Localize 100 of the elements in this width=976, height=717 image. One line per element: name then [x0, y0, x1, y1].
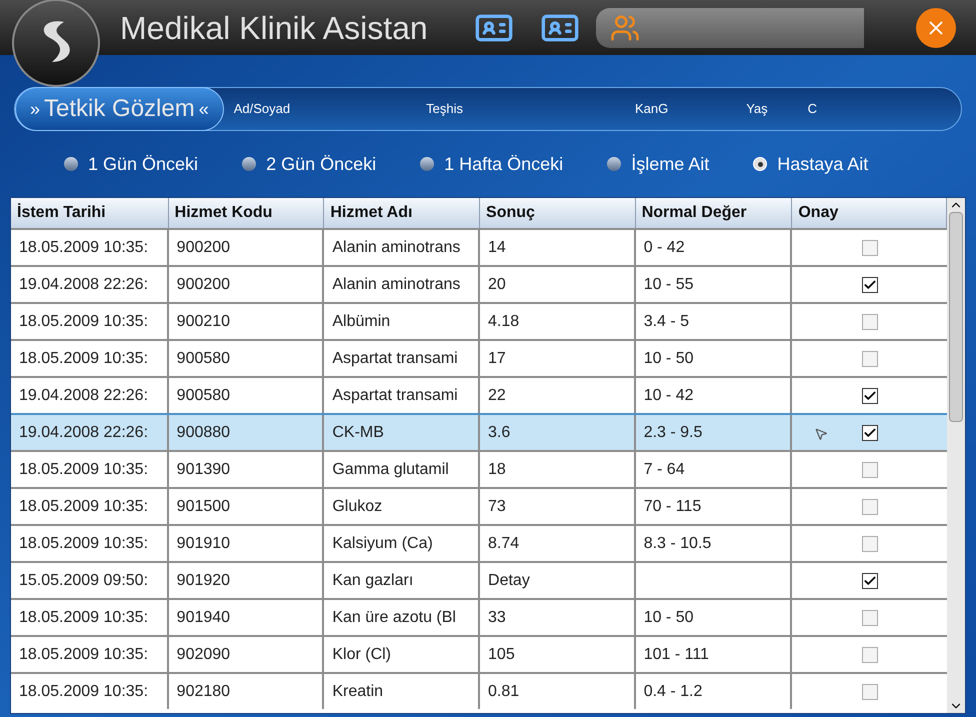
table-cell-text: Alanin aminotrans: [332, 238, 460, 258]
table-cell-text: 901390: [176, 460, 230, 480]
table-cell-text: 7 - 64: [644, 460, 685, 480]
approval-checkbox[interactable]: [862, 684, 878, 700]
scrollbar[interactable]: [947, 198, 965, 713]
table-cell-text: 0.4 - 1.2: [644, 682, 702, 702]
left-mark: »: [30, 98, 40, 120]
filter-radio[interactable]: 1 Hafta Önceki: [420, 150, 564, 178]
table-cell-text: 10 - 42: [644, 386, 694, 406]
table-cell-text: Albümin: [332, 312, 390, 332]
table-row[interactable]: 15.05.2009 09:50: 901920 Kan gazları Detay: [11, 561, 948, 598]
table-cell-text: 902180: [176, 682, 230, 702]
table-cell-text: 0.81: [488, 682, 520, 702]
table-cell-text: 900580: [176, 348, 230, 368]
table-cell-text: 900580: [176, 386, 230, 406]
table-cell-text: 70 - 115: [644, 496, 702, 516]
table-cell-text: Klor (Cl): [332, 644, 392, 664]
filter-radio[interactable]: 1 Gün Önceki: [64, 150, 198, 178]
filter-radio[interactable]: Hastaya Ait: [753, 150, 868, 178]
close-button[interactable]: [916, 8, 956, 48]
table-cell-text: Glukoz: [332, 496, 382, 516]
table-cell-text: 2.3 - 9.5: [644, 422, 702, 442]
approval-checkbox[interactable]: [862, 646, 878, 662]
table-cell-text: 900210: [176, 312, 230, 332]
filter-radio[interactable]: 2 Gün Önceki: [242, 150, 376, 178]
table-cell-text: 3.4 - 5: [644, 312, 690, 332]
table-row[interactable]: 19.04.2008 22:26: 900200 Alanin aminotrans 20 10 - 55: [11, 265, 948, 302]
users-icon: [610, 12, 640, 42]
table-cell-text: 3.6: [488, 422, 510, 442]
table-row[interactable]: 19.04.2008 22:26: 900580 Aspartat transami 22 10 - 42: [11, 376, 948, 413]
patient-field-label: C: [808, 100, 818, 118]
approval-checkbox[interactable]: [862, 350, 878, 366]
table-cell-text: 901940: [176, 608, 230, 628]
patient-field-label: Yaş: [746, 100, 768, 118]
table-cell-text: 900200: [176, 274, 230, 294]
table-row[interactable]: 18.05.2009 10:35: 901390 Gamma glutamil 18 7 - 64: [11, 450, 948, 487]
table-cell-text: 901500: [176, 496, 230, 516]
table-row[interactable]: 18.05.2009 10:35: 900580 Aspartat transami 17 10 - 50: [11, 339, 948, 376]
table-cell-text: 19.04.2008 22:26:: [19, 274, 148, 294]
patient-field-label: KanG: [634, 100, 668, 118]
mouse-pointer-icon: [814, 427, 828, 441]
table-cell-text: 18.05.2009 10:35:: [19, 534, 148, 554]
table-cell-text: 900880: [176, 422, 230, 442]
check-icon: [862, 574, 877, 588]
users-field[interactable]: [596, 8, 864, 48]
table-cell-text: 22: [488, 386, 506, 406]
table-row[interactable]: 18.05.2009 10:35: 901910 Kalsiyum (Ca) 8.74 8.3 - 10.5: [11, 524, 948, 561]
scroll-thumb[interactable]: [949, 212, 964, 422]
table-cell-text: 10 - 50: [644, 608, 694, 628]
table-cell-text: 73: [488, 496, 506, 516]
table-cell-text: 901920: [176, 570, 230, 590]
check-icon: [862, 388, 877, 402]
table-cell-text: Kan gazları: [332, 570, 414, 590]
table-row[interactable]: 19.04.2008 22:26: 900880 CK-MB 3.6 2.3 - 9.5: [11, 413, 948, 450]
table-cell-text: 18.05.2009 10:35:: [19, 496, 148, 516]
table-cell-text: CK-MB: [332, 422, 384, 442]
table-row[interactable]: 18.05.2009 10:35: 900210 Albümin 4.18 3.4 - 5: [11, 302, 948, 339]
check-icon: [862, 426, 877, 440]
filter-radio[interactable]: İşleme Ait: [607, 150, 710, 178]
table-row[interactable]: 18.05.2009 10:35: 901500 Glukoz 73 70 - 115: [11, 487, 948, 524]
table-row[interactable]: 18.05.2009 10:35: 902180 Kreatin 0.81 0.4 - 1.2: [11, 672, 948, 709]
approval-checkbox[interactable]: [862, 610, 878, 626]
app-title: Medikal Klinik Asistan: [120, 8, 428, 48]
approval-checkbox[interactable]: [862, 424, 878, 440]
approval-checkbox[interactable]: [862, 314, 878, 330]
table-cell-text: 4.18: [488, 312, 520, 332]
table-cell-text: 18.05.2009 10:35:: [19, 238, 148, 258]
table-cell-text: 8.74: [488, 534, 520, 554]
approval-checkbox[interactable]: [862, 498, 878, 514]
table-cell-text: 900200: [176, 238, 230, 258]
table-cell-text: 14: [488, 238, 506, 258]
table-cell-text: 17: [488, 348, 506, 368]
patient-field-label: Ad/Soyad: [234, 100, 290, 118]
table-cell-text: 105: [488, 644, 515, 664]
table-row[interactable]: 18.05.2009 10:35: 902090 Klor (Cl) 105 101 - 111: [11, 635, 948, 672]
table-cell-text: Kalsiyum (Ca): [332, 534, 433, 554]
table-cell-text: Aspartat transami: [332, 348, 458, 368]
table-cell-text: 10 - 55: [644, 274, 694, 294]
table-cell-text: Aspartat transami: [332, 386, 458, 406]
table-cell-text: Kan üre azotu (Bl: [332, 608, 456, 628]
table-cell-text: 19.04.2008 22:26:: [19, 422, 148, 442]
approval-checkbox[interactable]: [862, 240, 878, 256]
table-cell-text: 18.05.2009 10:35:: [19, 312, 148, 332]
right-mark: «: [198, 98, 209, 120]
table-cell-text: 10 - 50: [644, 348, 694, 368]
table-cell-text: 18.05.2009 10:35:: [19, 644, 148, 664]
table-row[interactable]: 18.05.2009 10:35: 900200 Alanin aminotrans 14 0 - 42: [11, 228, 948, 265]
table-cell-text: 18.05.2009 10:35:: [19, 682, 148, 702]
table-cell-text: Alanin aminotrans: [332, 274, 460, 294]
table-row[interactable]: 18.05.2009 10:35: 901940 Kan üre azotu (Bl 33 10 - 50: [11, 598, 948, 635]
check-icon: [862, 278, 877, 292]
table-cell-text: Detay: [488, 570, 530, 590]
approval-checkbox[interactable]: [862, 572, 878, 588]
table-cell-text: 101 - 111: [644, 644, 709, 664]
approval-checkbox[interactable]: [862, 388, 878, 404]
approval-checkbox[interactable]: [862, 536, 878, 552]
table-cell-text: 19.04.2008 22:26:: [19, 386, 148, 406]
table-cell-text: Gamma glutamil: [332, 460, 449, 480]
approval-checkbox[interactable]: [862, 276, 878, 292]
approval-checkbox[interactable]: [862, 462, 878, 478]
